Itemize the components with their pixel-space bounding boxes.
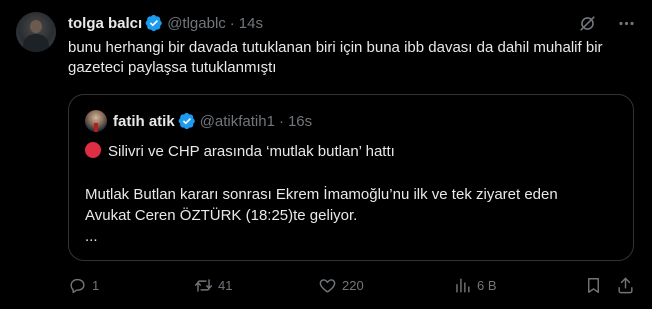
grok-icon[interactable] bbox=[578, 14, 597, 33]
author-name[interactable]: tolga balcı bbox=[68, 15, 142, 32]
like-button[interactable]: 220 bbox=[318, 276, 364, 295]
top-actions bbox=[578, 14, 636, 33]
avatar-body bbox=[23, 34, 49, 52]
verified-badge-icon bbox=[178, 112, 195, 130]
quote-author-name: fatih atik bbox=[113, 112, 175, 130]
quote-header: fatih atik @atikfatih1 · 16s bbox=[85, 110, 312, 132]
like-count: 220 bbox=[342, 278, 364, 293]
bookmark-icon bbox=[588, 278, 599, 293]
quote-avatar bbox=[85, 110, 107, 132]
views-button[interactable]: 6 B bbox=[453, 276, 497, 295]
quote-line-3: Avukat Ceren ÖZTÜRK (18:25)te geliyor. bbox=[85, 207, 358, 224]
avatar-tie bbox=[94, 123, 98, 132]
repost-count: 41 bbox=[218, 278, 233, 293]
timestamp[interactable]: 14s bbox=[239, 15, 263, 32]
verified-badge-icon bbox=[145, 14, 163, 32]
reply-count: 1 bbox=[92, 278, 100, 293]
quote-author-handle: @atikfatih1 bbox=[199, 112, 275, 130]
reply-icon bbox=[70, 278, 85, 294]
quote-line-4: ... bbox=[85, 228, 98, 245]
quoted-tweet[interactable]: fatih atik @atikfatih1 · 16s Silivri ve … bbox=[68, 94, 634, 261]
quote-line-1: Silivri ve CHP arasında ‘mutlak butlan’ … bbox=[85, 141, 615, 162]
author-handle[interactable]: @tlgablc bbox=[167, 15, 226, 32]
action-bar: 1 41 220 6 B bbox=[68, 276, 634, 296]
reply-button[interactable]: 1 bbox=[68, 276, 99, 295]
tweet[interactable]: tolga balcı @tlgablc · 14s bunu herhangi… bbox=[0, 0, 652, 309]
heart-icon bbox=[319, 279, 336, 293]
bookmark-button[interactable] bbox=[584, 276, 603, 295]
separator-dot: · bbox=[278, 112, 284, 130]
analytics-icon bbox=[456, 278, 470, 293]
more-icon[interactable] bbox=[617, 14, 636, 33]
red-circle-icon bbox=[85, 142, 101, 158]
repost-icon bbox=[194, 279, 213, 292]
repost-button[interactable]: 41 bbox=[194, 276, 232, 295]
avatar-head bbox=[30, 20, 42, 33]
quote-text: Silivri ve CHP arasında ‘mutlak butlan’ … bbox=[85, 141, 615, 247]
views-count: 6 B bbox=[477, 278, 497, 293]
quote-timestamp: 16s bbox=[287, 112, 313, 130]
tweet-header: tolga balcı @tlgablc · 14s bbox=[68, 13, 263, 33]
avatar[interactable] bbox=[16, 12, 56, 52]
share-icon bbox=[618, 277, 633, 294]
quote-line-1-text: Silivri ve CHP arasında ‘mutlak butlan’ … bbox=[108, 143, 395, 160]
share-button[interactable] bbox=[616, 276, 635, 295]
quote-line-2: Mutlak Butlan kararı sonrası Ekrem İmamo… bbox=[85, 186, 558, 203]
separator-dot: · bbox=[229, 14, 235, 32]
tweet-text: bunu herhangi bir davada tutuklanan biri… bbox=[68, 39, 603, 76]
